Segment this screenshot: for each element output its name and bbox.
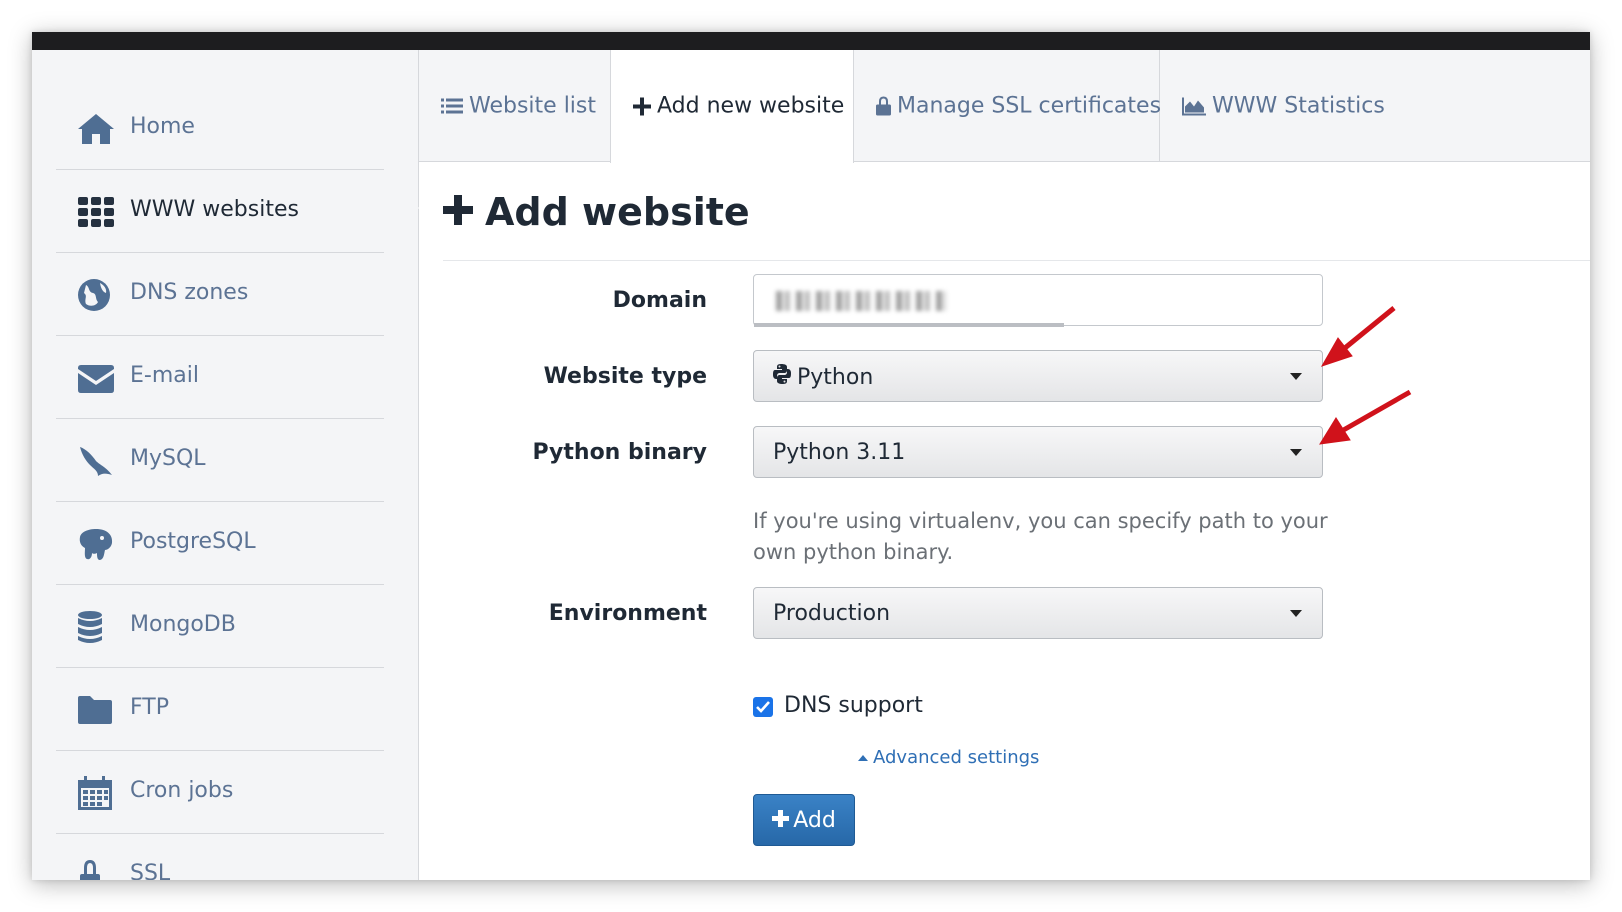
sidebar-item-dns-zones[interactable]: DNS zones: [56, 253, 384, 336]
python-icon: [773, 364, 791, 390]
website-type-value: Python: [797, 364, 874, 390]
active-item-pointer: [418, 190, 436, 226]
sidebar-item-cron-jobs[interactable]: Cron jobs: [56, 751, 384, 834]
sidebar-item-label: FTP: [130, 695, 169, 720]
python-binary-help-text: If you're using virtualenv, you can spec…: [753, 509, 1328, 564]
sidebar-item-label: MySQL: [130, 446, 206, 471]
tab-bar: Website list Add new website Manage SSL …: [419, 50, 1590, 163]
dolphin-icon: [76, 443, 116, 479]
caret-up-icon: [858, 754, 868, 761]
python-binary-value: Python 3.11: [773, 440, 906, 465]
page-title: Add website: [443, 190, 750, 234]
plus-icon: [443, 190, 473, 234]
globe-icon: [76, 277, 116, 313]
sidebar-item-mongodb[interactable]: MongoDB: [56, 585, 384, 668]
lock-icon: [76, 858, 116, 880]
website-type-select[interactable]: Python: [753, 350, 1323, 402]
sidebar-item-ftp[interactable]: FTP: [56, 668, 384, 751]
tab-label: Add new website: [657, 93, 845, 119]
domain-label: Domain: [612, 288, 707, 313]
sidebar-item-home[interactable]: Home: [56, 87, 384, 170]
sidebar: Home WWW websites DNS zones E-mail MySQL…: [32, 50, 418, 880]
sidebar-item-label: PostgreSQL: [130, 529, 256, 554]
calendar-icon: [76, 775, 116, 811]
elephant-icon: [76, 526, 116, 562]
sidebar-item-label: SSL: [130, 861, 171, 880]
add-button[interactable]: Add: [753, 794, 855, 846]
python-binary-label: Python binary: [532, 440, 707, 465]
sidebar-item-www-websites[interactable]: WWW websites: [56, 170, 384, 253]
database-icon: [76, 609, 116, 645]
list-icon: [441, 97, 463, 115]
divider: [443, 260, 1590, 261]
tab-manage-ssl-certificates[interactable]: Manage SSL certificates: [854, 50, 1162, 162]
sidebar-item-label: Home: [130, 114, 195, 139]
advanced-settings-label: Advanced settings: [873, 747, 1040, 768]
redacted-domain-value: [776, 291, 946, 311]
tab-add-new-website[interactable]: Add new website: [610, 50, 854, 163]
dns-support-label[interactable]: DNS support: [784, 693, 923, 718]
plus-icon: [772, 808, 790, 833]
advanced-settings-link[interactable]: Advanced settings: [858, 747, 1039, 768]
tab-label: Manage SSL certificates: [897, 93, 1162, 119]
area-chart-icon: [1182, 97, 1206, 115]
tab-www-statistics[interactable]: WWW Statistics: [1160, 50, 1590, 162]
lock-icon: [876, 96, 891, 116]
environment-select[interactable]: Production: [753, 587, 1323, 639]
website-type-label: Website type: [543, 364, 707, 389]
tab-website-list[interactable]: Website list: [419, 50, 611, 162]
page-title-text: Add website: [485, 190, 750, 234]
domain-input[interactable]: [753, 274, 1323, 327]
environment-value: Production: [773, 601, 891, 626]
sidebar-item-ssl[interactable]: SSL: [56, 834, 384, 880]
sidebar-item-label: MongoDB: [130, 612, 236, 637]
top-bar: [32, 32, 1590, 50]
sidebar-item-label: WWW websites: [130, 197, 299, 222]
annotation-arrow-icon: [1319, 306, 1412, 445]
home-icon: [76, 111, 116, 147]
sidebar-item-label: Cron jobs: [130, 778, 234, 803]
tab-label: Website list: [469, 93, 597, 119]
python-binary-select[interactable]: Python 3.11: [753, 426, 1323, 478]
sidebar-item-email[interactable]: E-mail: [56, 336, 384, 419]
add-button-label: Add: [793, 807, 836, 833]
sidebar-item-mysql[interactable]: MySQL: [56, 419, 384, 502]
dns-support-checkbox[interactable]: [753, 697, 773, 717]
sidebar-item-label: E-mail: [130, 363, 199, 388]
sidebar-item-postgresql[interactable]: PostgreSQL: [56, 502, 384, 585]
envelope-icon: [76, 360, 116, 396]
plus-icon: [633, 97, 651, 115]
folder-icon: [76, 692, 116, 728]
environment-label: Environment: [548, 601, 707, 626]
sidebar-item-label: DNS zones: [130, 280, 249, 305]
grid-icon: [76, 194, 116, 230]
input-progress-bar: [754, 323, 1064, 327]
tab-label: WWW Statistics: [1212, 93, 1385, 119]
caret-down-icon: [1290, 610, 1302, 617]
